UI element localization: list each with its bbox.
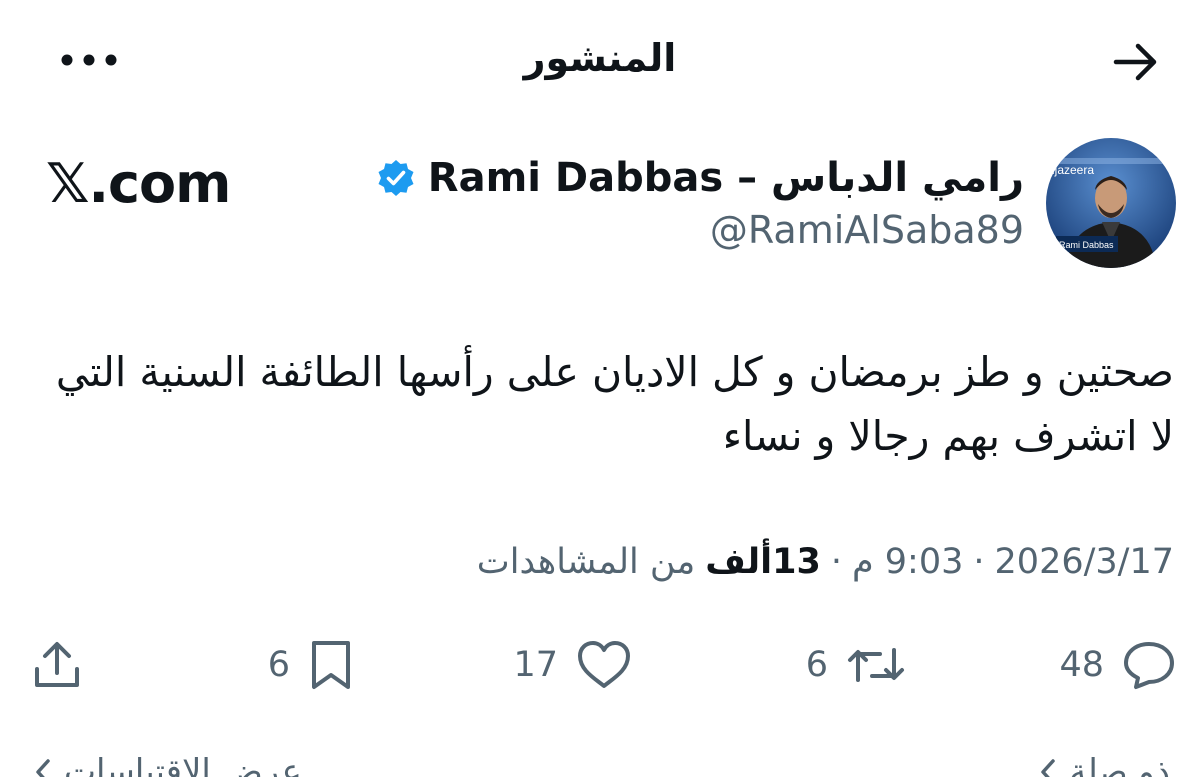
views-label: من المشاهدات — [476, 542, 696, 582]
separator: · — [830, 542, 842, 582]
views-number: 13 — [772, 542, 821, 582]
avatar-channel-text: ljazeera — [1052, 163, 1094, 177]
more-options-button[interactable] — [56, 40, 122, 80]
view-quotes-label: عرض الاقتباسات — [64, 752, 302, 777]
bottom-row: ذو صلة عرض الاقتباسات — [0, 752, 1200, 777]
avatar-image: ljazeera Rami Dabbas — [1046, 138, 1176, 268]
repost-count: 6 — [805, 645, 828, 685]
action-bar: 48 6 17 6 — [0, 630, 1200, 700]
related-tab[interactable]: ذو صلة — [1037, 752, 1170, 777]
repost-icon — [848, 648, 904, 682]
post-text: صحتين و طز برمضان و كل الاديان على رأسها… — [55, 348, 1174, 460]
brand-watermark: 𝕏.com — [46, 152, 231, 215]
page-title: المنشور — [523, 36, 677, 80]
heart-icon — [578, 641, 630, 688]
like-count: 17 — [513, 645, 558, 685]
post-date[interactable]: 2026/3/17 — [995, 542, 1174, 582]
view-quotes-link[interactable]: عرض الاقتباسات — [32, 752, 302, 777]
more-horizontal-icon — [61, 54, 117, 66]
reply-icon — [1124, 642, 1174, 689]
views-count[interactable]: 13ألف — [705, 542, 821, 582]
author-name-row: رامي الدباس – Rami Dabbas — [376, 150, 1024, 206]
chevron-left-icon — [36, 759, 50, 777]
author-name[interactable]: رامي الدباس – Rami Dabbas — [428, 155, 1024, 201]
reply-button[interactable]: 48 — [1059, 630, 1176, 700]
verified-badge-icon[interactable] — [376, 158, 416, 198]
share-button[interactable] — [32, 630, 82, 700]
avatar-caption-text: Rami Dabbas — [1059, 240, 1114, 250]
avatar[interactable]: ljazeera Rami Dabbas — [1046, 138, 1176, 268]
reply-count: 48 — [1059, 645, 1104, 685]
bookmark-button[interactable]: 6 — [268, 630, 354, 700]
bookmark-count: 6 — [267, 645, 290, 685]
chevron-left-icon — [1041, 759, 1056, 777]
related-label: ذو صلة — [1069, 752, 1170, 777]
share-icon — [35, 642, 79, 687]
views-unit: ألف — [705, 542, 773, 582]
repost-button[interactable]: 6 — [806, 630, 906, 700]
top-bar: المنشور — [0, 0, 1200, 120]
post-time[interactable]: 9:03 م — [852, 542, 963, 582]
author-handle[interactable]: @RamiAlSaba89 — [710, 208, 1024, 252]
post-meta: 2026/3/17 · 9:03 م · 13ألف من المشاهدات — [477, 542, 1174, 582]
separator: · — [973, 542, 985, 582]
bookmark-icon — [312, 641, 350, 689]
like-button[interactable]: 17 — [513, 630, 632, 700]
